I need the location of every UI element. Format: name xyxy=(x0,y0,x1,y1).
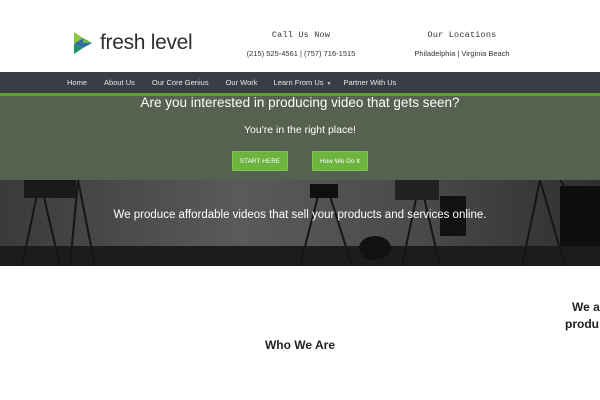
hero-section: Are you interested in producing video th… xyxy=(0,96,600,266)
play-logo-icon xyxy=(74,32,92,54)
logo[interactable]: fresh level xyxy=(72,30,193,56)
hero-tagline: We produce affordable videos that sell y… xyxy=(113,209,487,221)
how-we-do-it-button[interactable]: How We Do It xyxy=(312,151,368,171)
location-cities: Philadelphia | Virginia Beach xyxy=(414,49,510,58)
nav-item-learn-label: Learn From Us xyxy=(273,78,324,87)
nav-item-learn-from-us[interactable]: Learn From Us ▼ xyxy=(274,78,332,87)
start-here-button[interactable]: START HERE xyxy=(232,151,288,171)
nav-item-our-work[interactable]: Our Work xyxy=(226,78,258,87)
hero-subheading: You're in the right place! xyxy=(244,124,356,136)
call-us-block: Call Us Now (215) 525-4561 | (757) 716-1… xyxy=(238,30,364,58)
nav-items: Home About Us Our Core Genius Our Work L… xyxy=(67,72,396,93)
phone-numbers[interactable]: (215) 525-4561 | (757) 716-1515 xyxy=(238,49,364,58)
nav-item-about-us[interactable]: About Us xyxy=(104,78,135,87)
call-us-title: Call Us Now xyxy=(271,30,331,40)
nav-item-home[interactable]: Home xyxy=(67,78,87,87)
partial-heading-line-1: We a xyxy=(572,300,600,314)
locations-block: Our Locations Philadelphia | Virginia Be… xyxy=(398,30,526,58)
who-we-are-heading: Who We Are xyxy=(264,338,335,352)
partial-heading-line-2: produ xyxy=(565,317,599,331)
site-header: fresh level Call Us Now (215) 525-4561 |… xyxy=(0,0,600,72)
hero-heading: Are you interested in producing video th… xyxy=(140,96,460,110)
locations-title: Our Locations xyxy=(427,30,497,40)
logo-text: fresh level xyxy=(100,31,193,54)
chevron-down-icon: ▼ xyxy=(326,81,332,87)
nav-item-core-genius[interactable]: Our Core Genius xyxy=(152,78,209,87)
nav-item-partner-with-us[interactable]: Partner With Us xyxy=(344,78,397,87)
main-nav: Home About Us Our Core Genius Our Work L… xyxy=(0,72,600,93)
